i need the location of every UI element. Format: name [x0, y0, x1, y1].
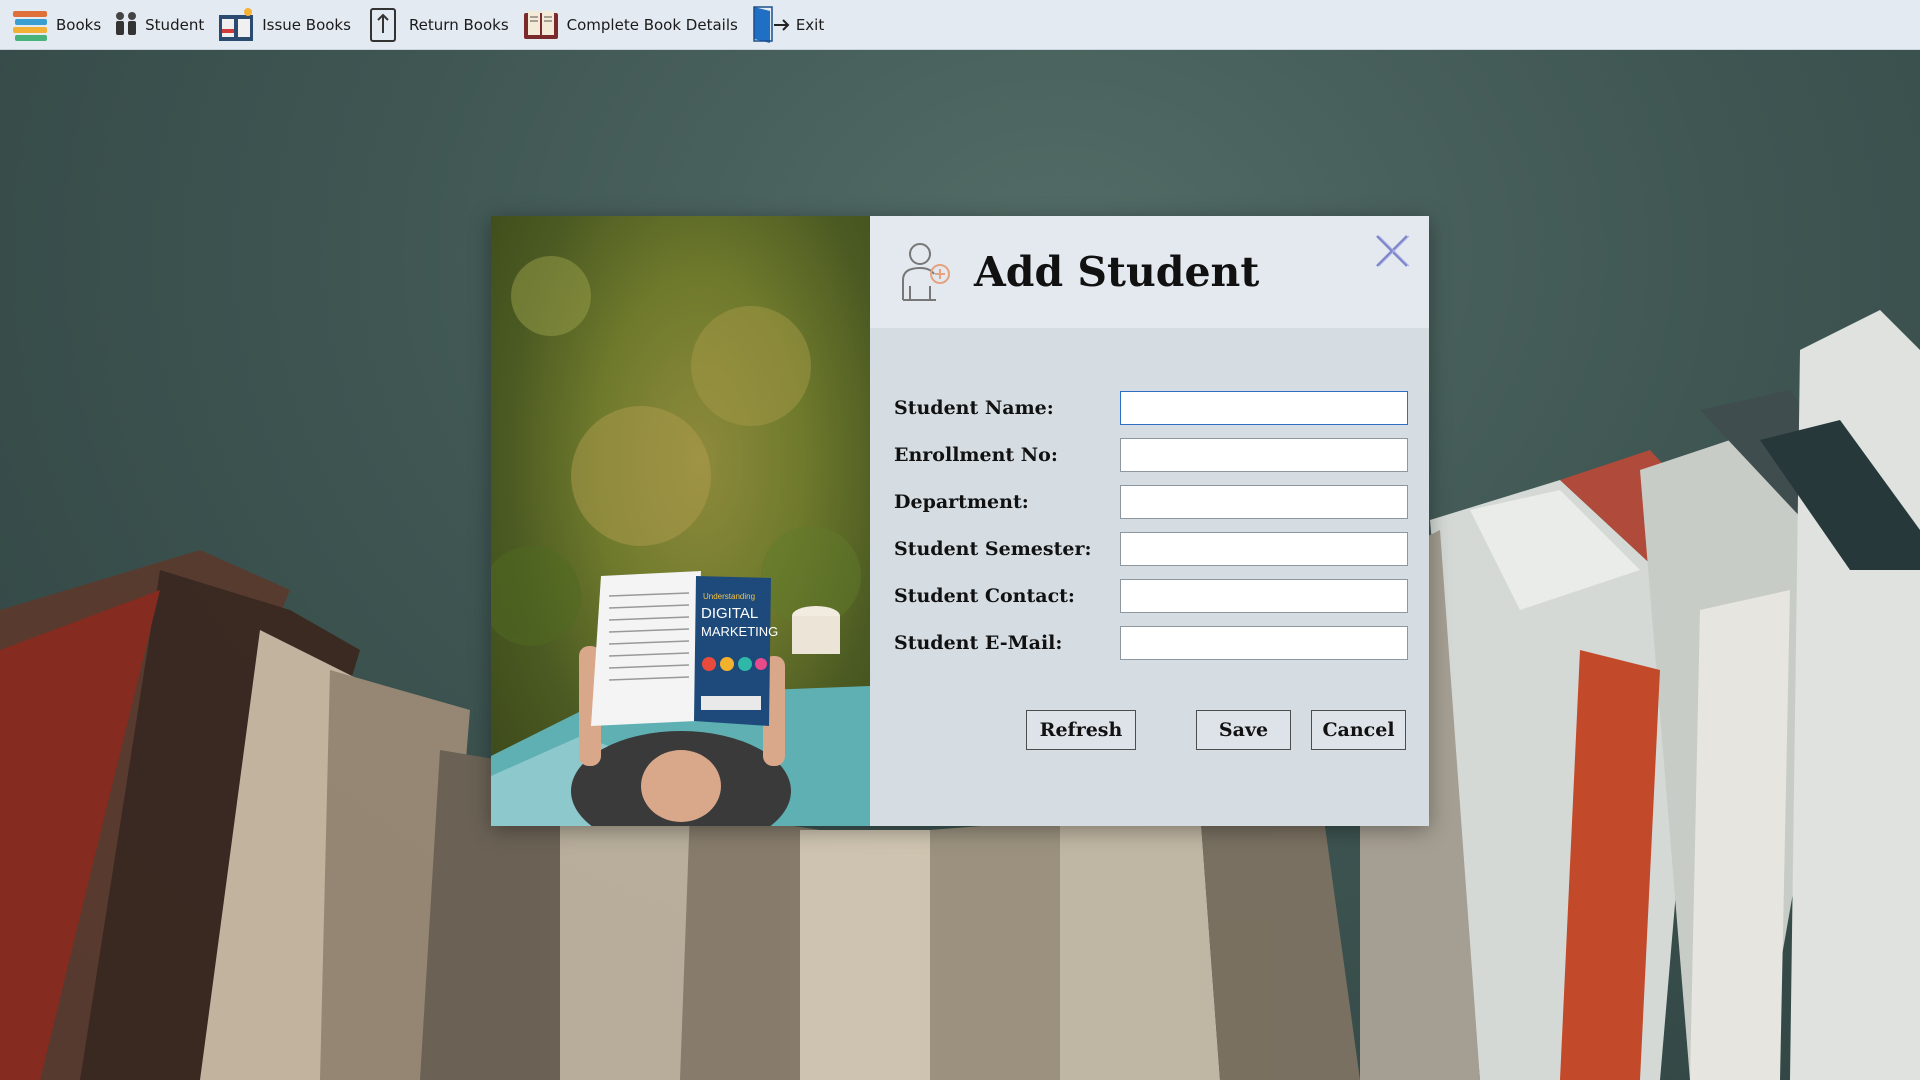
book-details-icon: [521, 5, 561, 45]
toolbar-exit-button[interactable]: Exit: [748, 0, 834, 50]
toolbar-books-label: Books: [56, 15, 102, 34]
student-contact-label: Student Contact:: [894, 584, 1075, 607]
book-cover-line2: DIGITAL: [701, 605, 758, 622]
dialog-header: Add Student: [870, 216, 1429, 328]
book-cover-line3: MARKETING: [701, 624, 778, 639]
student-contact-row: Student Contact:: [894, 572, 1410, 619]
student-semester-label: Student Semester:: [894, 537, 1092, 560]
enrollment-no-row: Enrollment No:: [894, 431, 1410, 478]
close-icon[interactable]: [1373, 232, 1411, 270]
dialog-title: Add Student: [974, 248, 1260, 296]
add-student-dialog: Understanding DIGITAL MARKETING Add Stud…: [491, 216, 1429, 826]
reader-photo: Understanding DIGITAL MARKETING: [491, 216, 870, 826]
toolbar-issue-books-label: Issue Books: [262, 15, 351, 34]
add-user-icon: [900, 240, 954, 304]
save-button[interactable]: Save: [1196, 710, 1291, 750]
toolbar-return-books-button[interactable]: Return Books: [361, 0, 519, 50]
refresh-button[interactable]: Refresh: [1026, 710, 1136, 750]
exit-door-icon: [750, 5, 790, 45]
enrollment-no-input[interactable]: [1120, 437, 1408, 472]
toolbar-student-button[interactable]: Student: [111, 0, 214, 50]
toolbar-books-button[interactable]: Books: [8, 0, 111, 50]
dialog-button-bar: Refresh Save Cancel: [870, 710, 1429, 752]
issue-books-icon: [216, 5, 256, 45]
student-name-row: Student Name:: [894, 384, 1410, 431]
add-student-panel: Add Student Student Name: Enrollment No:: [870, 216, 1429, 826]
main-toolbar: Books Student Issue Books Return Books C…: [0, 0, 1920, 50]
student-form: Student Name: Enrollment No: Department:…: [894, 384, 1410, 666]
student-email-input[interactable]: [1120, 625, 1408, 660]
student-email-row: Student E-Mail:: [894, 619, 1410, 666]
toolbar-exit-label: Exit: [795, 15, 825, 34]
toolbar-return-books-label: Return Books: [408, 15, 509, 34]
student-name-input[interactable]: [1120, 390, 1408, 425]
toolbar-issue-books-button[interactable]: Issue Books: [214, 0, 361, 50]
toolbar-student-label: Student: [145, 15, 205, 34]
toolbar-complete-book-details-button[interactable]: Complete Book Details: [519, 0, 748, 50]
student-name-label: Student Name:: [894, 396, 1054, 419]
student-email-label: Student E-Mail:: [894, 631, 1063, 654]
students-icon: [113, 5, 139, 45]
student-contact-input[interactable]: [1120, 578, 1408, 613]
cancel-button[interactable]: Cancel: [1311, 710, 1406, 750]
enrollment-no-label: Enrollment No:: [894, 443, 1058, 466]
department-row: Department:: [894, 478, 1410, 525]
books-stack-icon: [10, 5, 50, 45]
book-cover-line1: Understanding: [703, 592, 755, 601]
toolbar-complete-book-details-label: Complete Book Details: [566, 15, 738, 34]
department-label: Department:: [894, 490, 1029, 513]
department-input[interactable]: [1120, 484, 1408, 519]
student-semester-row: Student Semester:: [894, 525, 1410, 572]
student-semester-input[interactable]: [1120, 531, 1408, 566]
return-books-icon: [363, 5, 403, 45]
